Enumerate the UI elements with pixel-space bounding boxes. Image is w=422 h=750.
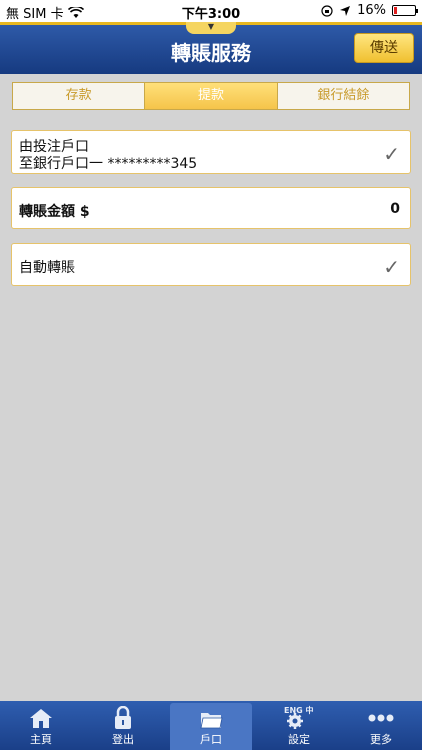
gear-icon: ENG 中 bbox=[284, 705, 314, 729]
tabbar-label: 主頁 bbox=[30, 733, 52, 746]
tabbar-item-home[interactable]: 主頁 bbox=[0, 701, 82, 750]
home-icon bbox=[30, 709, 52, 728]
status-bar: 無 SIM 卡 下午3:00 16% bbox=[0, 0, 422, 22]
tab-withdraw[interactable]: 提款 bbox=[145, 83, 278, 109]
auto-transfer-option[interactable]: 自動轉賬 ✓ bbox=[11, 243, 411, 286]
amount-label: 轉賬金額 $ bbox=[19, 204, 90, 220]
checkmark-icon: ✓ bbox=[383, 142, 400, 166]
account-selector[interactable]: 由投注戶口 至銀行戶口一 *********345 ✓ bbox=[11, 130, 411, 174]
orientation-lock-icon bbox=[321, 4, 333, 17]
status-right: 16% bbox=[321, 3, 418, 18]
checkmark-icon: ✓ bbox=[383, 255, 400, 279]
location-icon bbox=[340, 5, 351, 16]
folder-icon bbox=[200, 713, 223, 729]
tab-bank-balance[interactable]: 銀行結餘 bbox=[277, 83, 409, 109]
battery-level bbox=[394, 7, 398, 14]
transfer-type-tabs: 存款 提款 銀行結餘 bbox=[12, 82, 410, 110]
tab-deposit[interactable]: 存款 bbox=[13, 83, 146, 109]
bottom-tab-bar: 主頁 登出 戶口 ENG 中 設定 更多 bbox=[0, 701, 422, 750]
amount-value[interactable]: 0 bbox=[390, 201, 400, 217]
amount-field[interactable]: 轉賬金額 $ 0 bbox=[11, 187, 411, 229]
more-icon bbox=[368, 714, 394, 722]
pull-down-icon[interactable]: ▼ bbox=[186, 22, 236, 34]
lock-icon bbox=[115, 706, 131, 729]
battery-icon bbox=[392, 5, 418, 16]
tabbar-item-more[interactable]: 更多 bbox=[340, 701, 422, 750]
auto-transfer-label: 自動轉賬 bbox=[19, 260, 75, 276]
tabbar-item-settings[interactable]: ENG 中 設定 bbox=[258, 701, 340, 750]
tabbar-label: 更多 bbox=[370, 733, 392, 746]
header-bar: ▼ 轉賬服務 傳送 bbox=[0, 22, 422, 74]
settings-icon-text: ENG 中 bbox=[284, 705, 314, 715]
tabbar-label: 設定 bbox=[288, 733, 310, 746]
tabbar-label: 戶口 bbox=[200, 733, 222, 746]
battery-percent: 16% bbox=[357, 3, 386, 18]
to-account-label: 至銀行戶口一 *********345 bbox=[19, 156, 198, 172]
send-button[interactable]: 傳送 bbox=[354, 33, 414, 63]
tabbar-label: 登出 bbox=[112, 733, 134, 746]
tabbar-item-logout[interactable]: 登出 bbox=[82, 701, 164, 750]
tabbar-item-account[interactable]: 戶口 bbox=[170, 703, 252, 750]
